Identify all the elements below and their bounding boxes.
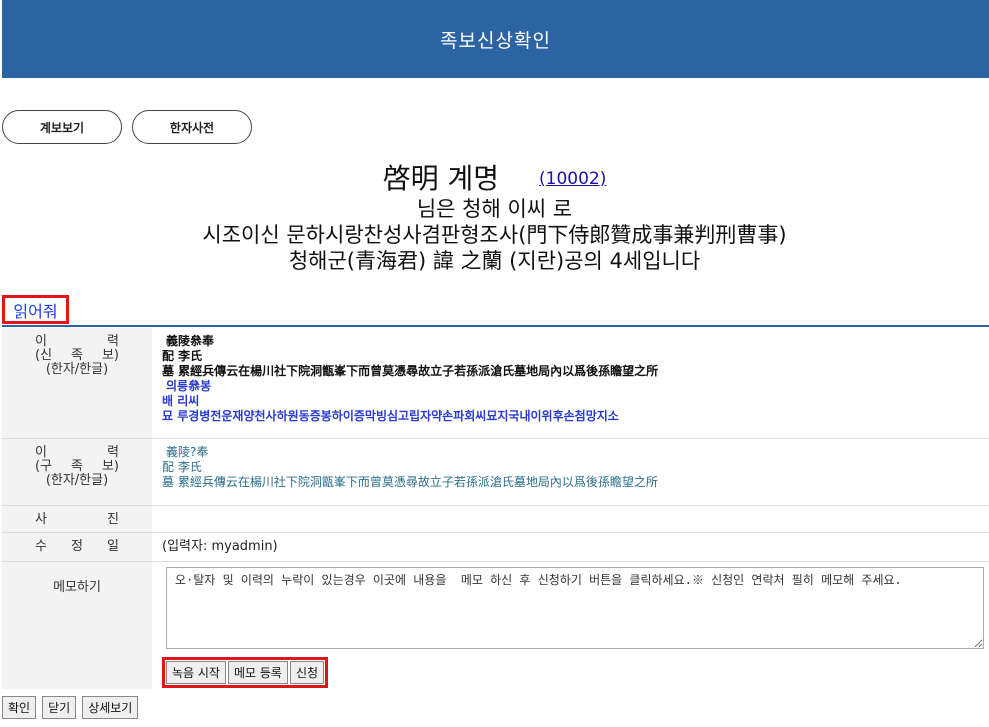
photo-value xyxy=(152,506,989,532)
label-subtitle: (한자/한글) xyxy=(45,473,109,488)
nav-buttons: 계보보기 한자사전 xyxy=(2,110,252,144)
close-button[interactable]: 닫기 xyxy=(42,696,77,719)
table-row-memo: 메모하기 오·탈자 및 이력의 누락이 있는경우 이곳에 내용을 메모 하신 후… xyxy=(2,562,989,689)
person-name: 啓明 계명 xyxy=(382,162,500,195)
label-char: (신 xyxy=(35,348,53,363)
table-row-old-history: 이 력 (구 족 보) (한자/한글) 義陵?奉 配 李氏 墓 累經兵傳云在楊川社下院… xyxy=(2,439,989,506)
old-history-value: 義陵?奉 配 李氏 墓 累經兵傳云在楊川社下院洞甑峯下而曾莫憑尋故立子若孫派滄氏… xyxy=(152,439,989,505)
label-char: (구 xyxy=(35,459,53,474)
label-char: 진 xyxy=(107,512,119,527)
label-subtitle: (한자/한글) xyxy=(45,362,109,377)
row-label-memo: 메모하기 xyxy=(2,562,152,689)
row-label-new-history: 이 력 (신 족 보) (한자/한글) xyxy=(2,328,152,438)
row-label-old-history: 이 력 (구 족 보) (한자/한글) xyxy=(2,439,152,505)
label-char: 일 xyxy=(107,539,119,554)
label-char: 족 xyxy=(71,348,83,363)
record-start-button[interactable]: 녹음 시작 xyxy=(166,661,226,684)
memo-register-button[interactable]: 메모 등록 xyxy=(227,661,288,684)
read-aloud-button[interactable]: 읽어줘 xyxy=(2,295,69,324)
history-line: 配 李氏 xyxy=(162,349,203,363)
headline-clan: 님은 청해 이씨 로 xyxy=(416,197,573,221)
person-info-table: 이력 (신 족 보) (한자/한글) 義陵叅奉 配 李氏 墓 累經兵傳云在楊川社下院… xyxy=(2,328,989,689)
new-history-value: 義陵叅奉 配 李氏 墓 累經兵傳云在楊川社下院洞甑峯下而曾莫憑尋故立子若孫派滄氏… xyxy=(152,328,989,438)
modified-value: (입력자: myadmin) xyxy=(162,539,278,554)
headline-name-line: 啓明 계명 (10002) xyxy=(0,162,989,196)
history-line: 墓 累經兵傳云在楊川社下院洞甑峯下而曾莫憑尋故立子若孫派滄氏墓地局內以爲後孫瞻望… xyxy=(162,475,658,489)
history-line: 義陵叅奉 xyxy=(166,334,215,348)
headline-founder: 시조이신 문하시랑찬성사겸판형조사(門下侍郞贊成事兼判刑曹事) xyxy=(202,223,787,247)
person-code-link[interactable]: (10002) xyxy=(539,169,606,189)
history-line: 墓 累經兵傳云在楊川社下院洞甑峯下而曾莫憑尋故立子若孫派滄氏墓地局內以爲後孫瞻望… xyxy=(162,364,659,378)
page-header: 족보신상확인 xyxy=(2,0,989,78)
detail-view-button[interactable]: 상세보기 xyxy=(82,696,139,719)
apply-button[interactable]: 신청 xyxy=(289,661,325,684)
person-headline: 啓明 계명 (10002) 님은 청해 이씨 로 시조이신 문하시랑찬성사겸판형조… xyxy=(0,162,989,274)
label-char: 보) xyxy=(101,348,119,363)
row-label-photo: 사진 xyxy=(2,506,152,532)
label-char: 력 xyxy=(107,445,119,460)
history-line-korean: 배 리씨 xyxy=(162,394,200,408)
hanja-dictionary-button[interactable]: 한자사전 xyxy=(132,110,252,144)
row-label-modified: 수정일 xyxy=(2,533,152,561)
history-line-korean: 의릉叅봉 xyxy=(166,379,212,393)
label-char: 이 xyxy=(35,445,47,460)
headline-generation: 청해군(青海君) 諱 之蘭 (지란)공의 4세입니다 xyxy=(288,249,701,273)
table-row-modified: 수 정 일 (입력자: myadmin) xyxy=(2,533,989,562)
memo-textarea[interactable]: 오·탈자 및 이력의 누락이 있는경우 이곳에 내용을 메모 하신 후 신청하기… xyxy=(166,567,984,649)
history-line: 義陵?奉 xyxy=(166,445,209,459)
history-line: 配 李氏 xyxy=(162,460,202,474)
genealogy-view-button[interactable]: 계보보기 xyxy=(2,110,122,144)
label-char: 족 xyxy=(71,459,83,474)
label-char: 정 xyxy=(71,539,83,554)
page-title: 족보신상확인 xyxy=(440,29,551,52)
confirm-button[interactable]: 확인 xyxy=(2,696,37,719)
table-row-photo: 사진 xyxy=(2,506,989,533)
label-char: 이 xyxy=(35,334,47,349)
label-char: 수 xyxy=(35,539,47,554)
bottom-actions: 확인 닫기 상세보기 xyxy=(2,696,139,719)
label-char: 력 xyxy=(107,334,119,349)
memo-actions: 녹음 시작 메모 등록 신청 xyxy=(162,657,329,688)
label-char: 사 xyxy=(35,512,47,527)
history-line-korean: 묘 루경병전운재양천사하원동증봉하이증막빙심고립자약손파회씨묘지국내이위후손첨망… xyxy=(162,409,619,423)
memo-value: 오·탈자 및 이력의 누락이 있는경우 이곳에 내용을 메모 하신 후 신청하기… xyxy=(152,562,989,689)
table-row-new-history: 이 력 (신 족 보) (한자/한글) 義陵叅奉 配 李氏 墓 累經兵傳云在楊川社下院… xyxy=(2,328,989,439)
section-divider xyxy=(2,325,989,327)
label-char: 보) xyxy=(101,459,119,474)
